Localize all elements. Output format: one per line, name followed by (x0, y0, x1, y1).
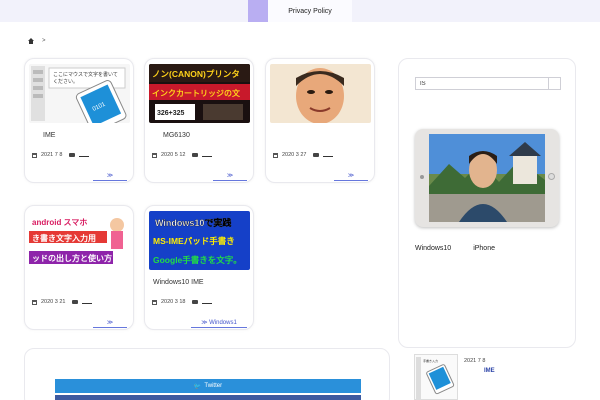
post-date: 2020 3 27 (282, 152, 307, 158)
post-date: 2020 3 21 (41, 299, 66, 305)
read-more-link[interactable]: ≫ (213, 173, 247, 181)
post-thumbnail-windows10-ime[interactable]: Windows10で実践 MS-IMEパッド手書き Google手書きを文字。 (149, 211, 250, 270)
read-more-link[interactable]: ≫ Windows1 (191, 320, 247, 328)
svg-text:ノン(CANON)プリンタ: ノン(CANON)プリンタ (152, 69, 240, 79)
post-thumbnail-portrait[interactable] (270, 64, 371, 123)
tag-windows10[interactable]: Windows10 (415, 245, 451, 252)
read-more-link[interactable]: ≫ (93, 320, 127, 328)
post-meta: 2020 5 12 (152, 152, 213, 158)
post-card[interactable]: ここにマウスで文字を書いて ください。 0101 IME 2021 7 8 ≫ (24, 58, 134, 183)
recent-thumb-label: 手書き入力 (423, 358, 438, 363)
post-title[interactable]: Windows10 IME (153, 278, 248, 288)
top-nav-bar: Privacy Policy (0, 0, 600, 22)
facebook-share-button[interactable] (55, 395, 361, 400)
post-thumbnail-mg6130[interactable]: ノン(CANON)プリンタ インクカートリッジの文 326+325 (149, 64, 250, 123)
post-category-link[interactable] (82, 300, 93, 304)
post-date: 2020 5 12 (161, 152, 186, 158)
breadcrumb-separator: > (42, 38, 46, 44)
svg-text:ここにマウスで文字を書いて: ここにマウスで文字を書いて (53, 71, 118, 78)
svg-text:MS-IMEパッド手書き: MS-IMEパッド手書き (153, 236, 235, 246)
folder-icon (192, 153, 199, 157)
read-more-link[interactable]: ≫ (93, 173, 127, 181)
post-date: 2021 7 8 (41, 152, 63, 158)
tag-list: Windows10 iPhone (415, 245, 495, 252)
post-thumbnail-android[interactable]: android スマホ き書き文字入力用 ッドの出し方と使い方 (29, 211, 130, 270)
calendar-icon (32, 299, 37, 305)
recent-post-thumbnail[interactable]: 手書き入力 (414, 354, 458, 400)
twitter-icon: 🐦 (193, 383, 202, 390)
share-panel: 🐦 Twitter (24, 348, 390, 400)
post-card[interactable]: Windows10で実践 MS-IMEパッド手書き Google手書きを文字。 … (144, 205, 254, 330)
svg-text:インクカートリッジの文: インクカートリッジの文 (152, 88, 241, 98)
nav-item-privacy-policy[interactable]: Privacy Policy (268, 0, 352, 22)
folder-icon (192, 300, 199, 304)
calendar-icon (152, 299, 157, 305)
recent-post-date: 2021 7 8 (464, 358, 486, 364)
svg-text:android スマホ: android スマホ (32, 218, 87, 227)
read-more-link[interactable]: ≫ (334, 173, 368, 181)
folder-icon (69, 153, 76, 157)
folder-icon (72, 300, 79, 304)
recent-post-title[interactable]: IME (484, 368, 495, 374)
tablet-camera (420, 175, 424, 179)
post-meta: 2021 7 8 (32, 152, 90, 158)
calendar-icon (152, 152, 157, 158)
search-button[interactable] (548, 78, 560, 89)
svg-text:ッドの出し方と使い方: ッドの出し方と使い方 (32, 253, 112, 263)
post-meta: 2020 3 21 (32, 299, 93, 305)
svg-text:ください。: ください。 (53, 78, 78, 85)
svg-text:Windows10で実践: Windows10で実践 (155, 217, 231, 228)
nav-active-marker (248, 0, 268, 22)
twitter-label: Twitter (204, 383, 223, 389)
post-category-link[interactable] (323, 153, 334, 157)
twitter-share-button[interactable]: 🐦 Twitter (55, 379, 361, 393)
svg-text:Google手書きを文字。: Google手書きを文字。 (153, 255, 242, 265)
profile-photo (429, 134, 545, 222)
post-category-link[interactable] (79, 153, 90, 157)
post-category-link[interactable] (202, 153, 213, 157)
sidebar: Windows10 iPhone (398, 58, 576, 348)
breadcrumb: > (28, 38, 46, 44)
post-meta: 2020 3 27 (273, 152, 334, 158)
post-title[interactable]: IME (43, 131, 138, 141)
search-box (415, 77, 561, 90)
folder-icon (313, 153, 320, 157)
post-title[interactable]: MG6130 (163, 131, 258, 141)
tag-iphone[interactable]: iPhone (473, 245, 495, 252)
search-input[interactable] (416, 78, 548, 89)
profile-tablet-image (415, 129, 559, 227)
calendar-icon (32, 152, 37, 158)
svg-text:326+325: 326+325 (157, 110, 185, 117)
post-date: 2020 3 18 (161, 299, 186, 305)
svg-text:き書き文字入力用: き書き文字入力用 (32, 233, 96, 243)
post-category-link[interactable] (202, 300, 213, 304)
home-icon[interactable] (28, 38, 34, 44)
post-card[interactable]: android スマホ き書き文字入力用 ッドの出し方と使い方 2020 3 2… (24, 205, 134, 330)
post-card[interactable]: ノン(CANON)プリンタ インクカートリッジの文 326+325 MG6130… (144, 58, 254, 183)
post-thumbnail-ime[interactable]: ここにマウスで文字を書いて ください。 0101 (29, 64, 130, 123)
tablet-home-button (548, 173, 555, 180)
post-card[interactable]: 2020 3 27 ≫ (265, 58, 375, 183)
calendar-icon (273, 152, 278, 158)
post-meta: 2020 3 18 (152, 299, 213, 305)
